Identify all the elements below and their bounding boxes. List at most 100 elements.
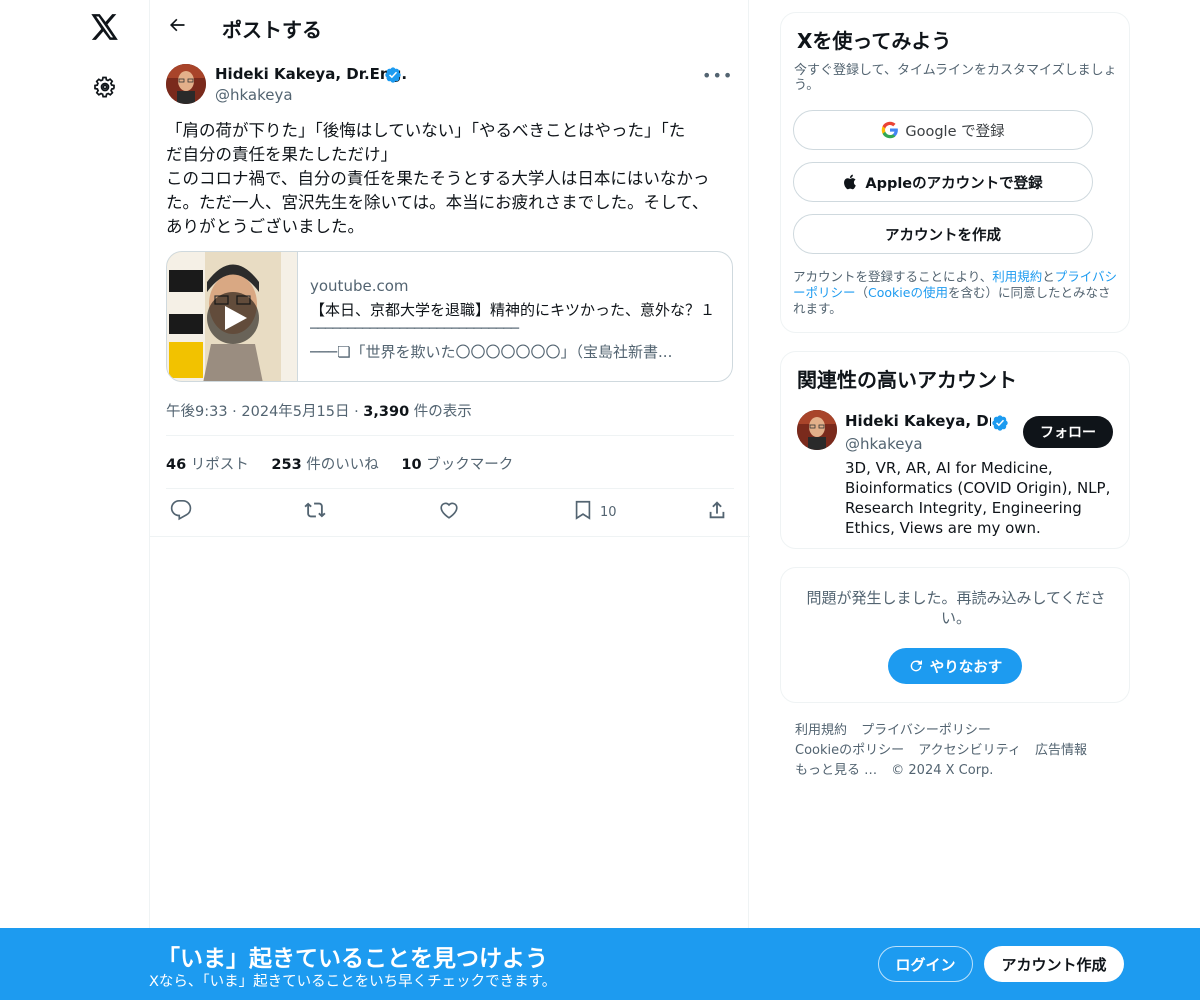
signup-title: Xを使ってみよう — [797, 29, 952, 53]
error-box: 問題が発生しました。再読み込みしてください。 やりなおす — [780, 567, 1130, 703]
verified-badge-icon — [384, 66, 402, 84]
related-handle[interactable]: @hkakeya — [845, 435, 923, 453]
signup-banner: 「いま」起きていることを見つけよう Xなら、「いま」起きていることをいち早くチェ… — [0, 928, 1200, 1000]
divider — [166, 488, 734, 489]
apple-signup-label: Appleのアカウントで登録 — [865, 175, 1043, 192]
arrow-left-icon — [167, 15, 187, 39]
apple-icon — [843, 173, 859, 191]
tweet-actions: 10 — [166, 500, 734, 526]
views-label: 件の表示 — [413, 404, 472, 420]
banner-subtitle: Xなら、「いま」起きていることをいち早くチェックできます。 — [149, 974, 557, 990]
avatar[interactable] — [166, 64, 206, 104]
card-title: 【本日、京都大学を退職】精神的にキツかった、意外な？１位 — [310, 301, 715, 319]
legal-text: （ — [855, 285, 869, 300]
footer-more-link[interactable]: もっと見る … — [795, 763, 877, 778]
main-column: ポストする Hideki Kakeya, Dr.Eng. @hkakeya ••… — [149, 0, 750, 1000]
reply-icon — [170, 499, 192, 525]
cookie-link[interactable]: Cookieの使用 — [868, 285, 948, 300]
footer-privacy-link[interactable]: プライバシーポリシー — [861, 723, 991, 738]
tweet-text-line: た。ただ一人、宮沢先生を除いては。本当にお疲れさまでした。そして、 — [166, 193, 709, 212]
share-button[interactable] — [706, 500, 728, 524]
bookmark-icon — [572, 499, 594, 525]
tweet-text-line: 「肩の荷が下りた」「後悔はしていない」「やるべきことはやった」「た — [166, 121, 686, 140]
views-count: 3,390 — [363, 404, 410, 420]
reposts-stat[interactable]: 46 リポスト — [166, 457, 249, 473]
legal-text: と — [1042, 269, 1055, 284]
divider — [166, 435, 734, 436]
banner-create-account-button[interactable]: アカウント作成 — [984, 946, 1124, 982]
error-message: 問題が発生しました。再読み込みしてください。 — [806, 589, 1106, 627]
related-title: 関連性の高いアカウント — [797, 368, 1017, 392]
tweet-time[interactable]: 午後9:33 — [166, 404, 228, 420]
banner-title: 「いま」起きていることを見つけよう — [157, 946, 548, 972]
footer-copyright: © 2024 X Corp. — [891, 763, 994, 778]
likes-label: 件のいいね — [306, 457, 379, 473]
back-button[interactable] — [162, 12, 192, 42]
signup-legal-note: アカウントを登録することにより、利用規約とプライバシーポリシー（Cookieの使… — [793, 269, 1119, 317]
bookmark-button[interactable]: 10 — [572, 500, 617, 524]
card-rule: ──────────────────────────── — [310, 321, 519, 337]
card-description: ───❏「世界を欺いた〇〇〇〇〇〇〇」（宝島社新書... — [310, 343, 673, 361]
footer-ads-link[interactable]: 広告情報 — [1035, 743, 1087, 758]
signup-box: Xを使ってみよう 今すぐ登録して、タイムラインをカスタマイズしましょう。 Goo… — [780, 12, 1130, 333]
tweet-text: 「肩の荷が下りた」「後悔はしていない」「やるべきことはやった」「た だ自分の責任… — [166, 119, 736, 239]
reply-button[interactable] — [170, 500, 192, 524]
retry-label: やりなおす — [929, 659, 1003, 676]
refresh-icon — [908, 658, 924, 674]
repost-button[interactable] — [304, 500, 326, 524]
footer-accessibility-link[interactable]: アクセシビリティ — [918, 743, 1021, 758]
footer-links: 利用規約 プライバシーポリシー Cookieのポリシー アクセシビリティ 広告情… — [795, 721, 1125, 781]
avatar[interactable] — [797, 410, 837, 450]
x-logo-icon[interactable] — [88, 10, 122, 44]
tweet-text-line: だ自分の責任を果たしただけ」 — [166, 145, 397, 164]
link-card[interactable]: youtube.com 【本日、京都大学を退職】精神的にキツかった、意外な？１位… — [166, 251, 733, 382]
bookmarks-count: 10 — [401, 457, 422, 473]
tweet-meta: 午後9:33 · 2024年5月15日 · 3,390 件の表示 — [166, 400, 472, 421]
page-title: ポストする — [222, 18, 322, 42]
video-thumbnail[interactable] — [167, 252, 298, 381]
repost-icon — [304, 499, 326, 525]
tweet-text-line: このコロナ禍で、自分の責任を果たそうとする大学人は日本にはいなかっ — [166, 169, 710, 188]
tweet-date[interactable]: 2024年5月15日 — [241, 404, 349, 420]
footer-terms-link[interactable]: 利用規約 — [795, 723, 847, 738]
author-handle[interactable]: @hkakeya — [215, 86, 293, 104]
heart-icon — [438, 499, 460, 525]
separator-dot: · — [232, 404, 242, 420]
card-domain: youtube.com — [310, 277, 409, 295]
bookmarks-stat[interactable]: 10 ブックマーク — [401, 457, 513, 473]
login-button[interactable]: ログイン — [878, 946, 973, 982]
create-account-label: アカウントを作成 — [885, 227, 1001, 244]
share-icon — [706, 499, 728, 525]
more-options-button[interactable]: ••• — [702, 66, 734, 86]
likes-count: 253 — [271, 457, 302, 473]
divider — [150, 536, 750, 537]
related-accounts-box: 関連性の高いアカウント Hideki Kakeya, Dr.Eng. @hkak… — [780, 351, 1130, 549]
google-icon — [881, 121, 899, 139]
verified-badge-icon — [991, 414, 1009, 432]
related-name[interactable]: Hideki Kakeya, Dr.Eng. — [845, 412, 991, 430]
bookmarks-label: ブックマーク — [426, 457, 514, 473]
tweet-stats: 46 リポスト 253 件のいいね 10 ブックマーク — [166, 453, 531, 474]
tweet-author: Hideki Kakeya, Dr.Eng. @hkakeya ••• — [166, 64, 734, 108]
create-account-button[interactable]: アカウントを作成 — [793, 214, 1093, 254]
apple-signup-button[interactable]: Appleのアカウントで登録 — [793, 162, 1093, 202]
signup-subtitle: 今すぐ登録して、タイムラインをカスタマイズしましょう。 — [794, 63, 1117, 93]
like-button[interactable] — [438, 500, 460, 524]
tweet-text-line: ありがとうございました。 — [166, 217, 364, 236]
more-dots-icon: ••• — [702, 66, 734, 85]
google-signup-label: Google で登録 — [905, 123, 1005, 140]
gear-icon[interactable] — [91, 73, 119, 101]
terms-link[interactable]: 利用規約 — [992, 269, 1042, 284]
top-bar: ポストする — [150, 0, 750, 54]
legal-text: アカウントを登録することにより、 — [793, 269, 993, 284]
google-signup-button[interactable]: Google で登録 — [793, 110, 1093, 150]
related-bio: 3D, VR, AR, AI for Medicine, Bioinformat… — [845, 459, 1111, 537]
footer-cookie-link[interactable]: Cookieのポリシー — [795, 743, 904, 758]
retry-button[interactable]: やりなおす — [888, 648, 1022, 684]
author-name[interactable]: Hideki Kakeya, Dr.Eng. — [215, 65, 407, 83]
separator-dot: · — [354, 404, 364, 420]
likes-stat[interactable]: 253 件のいいね — [271, 457, 378, 473]
reposts-label: リポスト — [190, 457, 249, 473]
bookmark-count: 10 — [600, 504, 617, 520]
follow-button[interactable]: フォロー — [1023, 416, 1113, 448]
